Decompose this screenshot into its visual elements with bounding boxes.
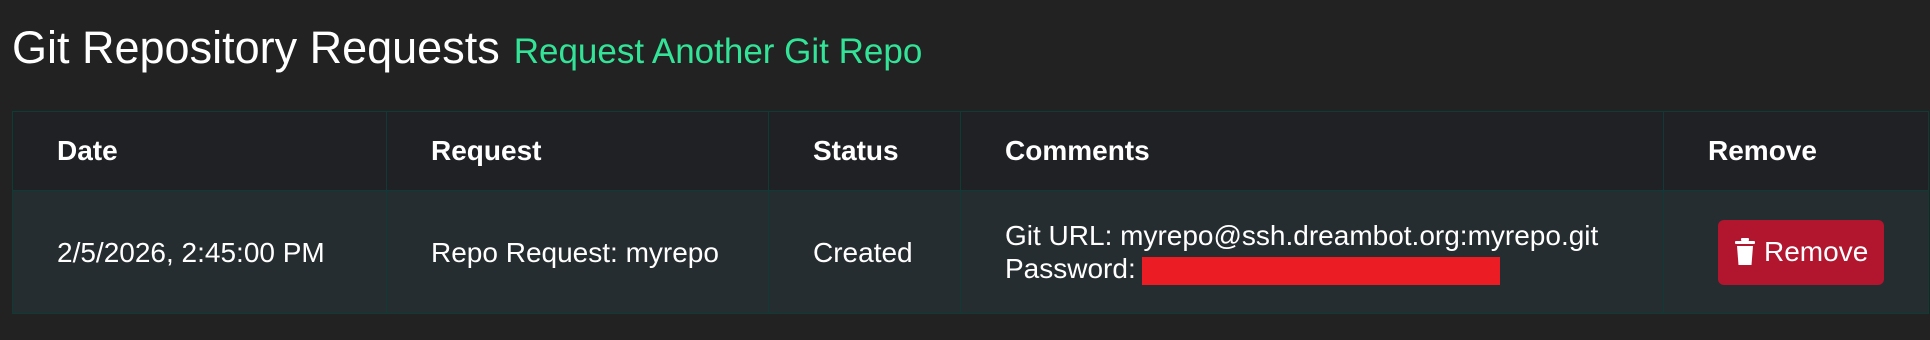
comment-git-url: Git URL: myrepo@ssh.dreambot.org:myrepo.… [1005,220,1599,251]
cell-request: Repo Request: myrepo [386,190,769,314]
column-header-date: Date [12,111,387,191]
requests-table-container: Date Request Status Comments Remove 2/5/… [12,111,1929,314]
page-header: Git Repository Requests Request Another … [12,20,1918,76]
requests-table: Date Request Status Comments Remove 2/5/… [12,111,1929,314]
column-header-remove: Remove [1663,111,1929,191]
trash-icon [1735,238,1755,265]
cell-status: Created [768,190,961,314]
remove-button[interactable]: Remove [1718,219,1885,285]
column-header-status: Status [768,111,961,191]
page-title: Git Repository Requests [12,22,500,73]
column-header-comments: Comments [960,111,1664,191]
cell-date: 2/5/2026, 2:45:00 PM [12,190,387,314]
comment-password-line: Password: [1005,252,1663,285]
table-header-row: Date Request Status Comments Remove [12,111,1929,191]
remove-button-label: Remove [1764,236,1869,267]
request-another-repo-link[interactable]: Request Another Git Repo [514,32,923,72]
cell-comments: Git URL: myrepo@ssh.dreambot.org:myrepo.… [960,190,1664,314]
table-row: 2/5/2026, 2:45:00 PM Repo Request: myrep… [12,190,1929,314]
password-redaction [1141,256,1500,285]
comment-password-label: Password: [1005,253,1136,284]
page: Git Repository Requests Request Another … [0,0,1930,340]
cell-remove: Remove [1663,190,1929,314]
column-header-request: Request [386,111,769,191]
